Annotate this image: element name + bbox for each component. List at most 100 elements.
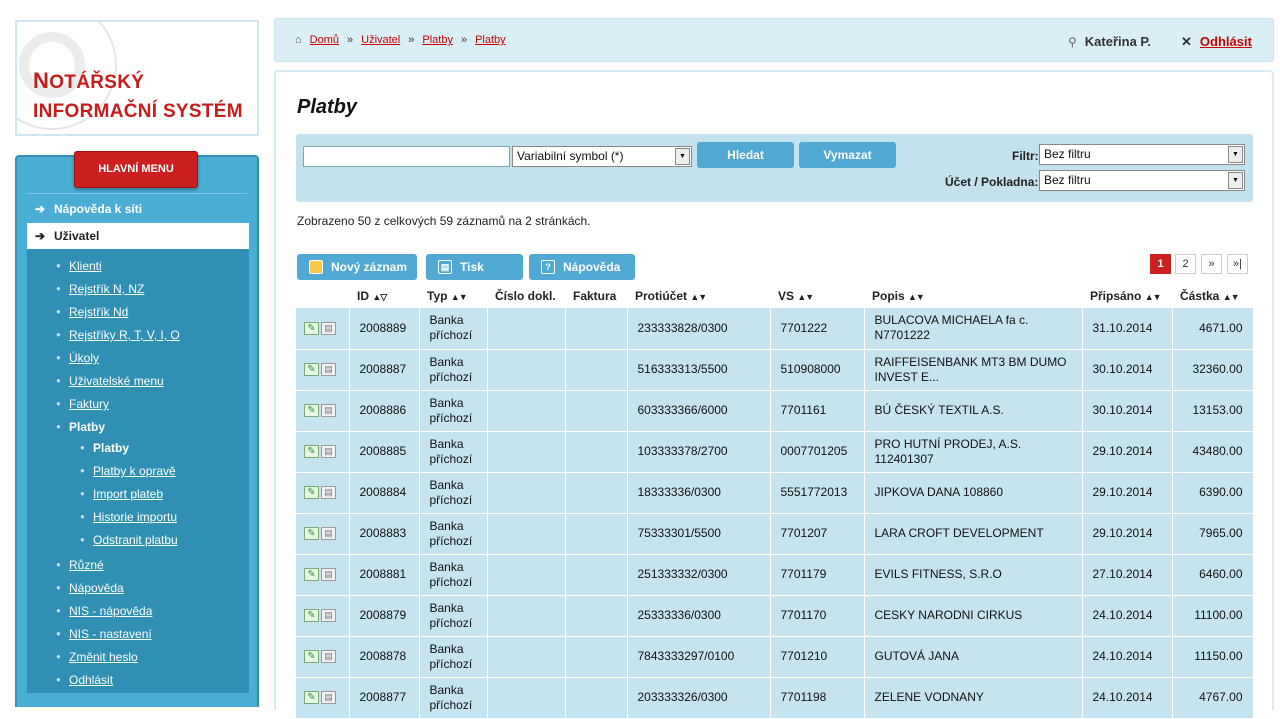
edit-icon[interactable]: ✎ [304, 650, 319, 664]
cell-id: 2008879 [349, 595, 420, 637]
col-actions [296, 284, 349, 308]
filter-select[interactable]: Bez filtru ▼ [1039, 144, 1245, 165]
cell-account: 233333828/0300 [627, 308, 771, 350]
print-icon[interactable]: ▤ [321, 527, 336, 541]
account-select[interactable]: Bez filtru ▼ [1039, 170, 1245, 191]
logout-link[interactable]: ✕ Odhlásit [1181, 34, 1252, 50]
table-row: ✎ ▤ 2008885 Banka příchozí 103333378/2700 000… [296, 431, 1254, 473]
cell-id: 2008886 [349, 390, 420, 432]
page-last[interactable]: »| [1227, 254, 1248, 274]
menu-item-nis-nastaveni[interactable]: ● NIS - nastavení [27, 625, 152, 643]
cell-amount: 43480.00 [1172, 431, 1254, 473]
col-protiucet[interactable]: Protiúčet ▲▼ [627, 284, 770, 308]
print-icon[interactable]: ▤ [321, 691, 336, 705]
cell-date: 24.10.2014 [1082, 636, 1173, 678]
print-icon[interactable]: ▤ [321, 404, 336, 418]
cell-amount: 6390.00 [1172, 472, 1254, 514]
submenu-item-import-plateb[interactable]: ● Import plateb [27, 485, 163, 503]
cell-invoice [565, 513, 628, 555]
menu-item-ukoly[interactable]: ● Úkoly [27, 349, 99, 367]
print-icon[interactable]: ▤ [321, 363, 336, 377]
cell-vs: 510908000 [770, 349, 865, 391]
edit-icon[interactable]: ✎ [304, 568, 319, 582]
menu-item-platby[interactable]: ● Platby [27, 418, 105, 436]
menu-item-nis-napoveda[interactable]: ● NIS - nápověda [27, 602, 152, 620]
cell-desc: JIPKOVA DANA 108860 [864, 472, 1083, 514]
print-icon[interactable]: ▤ [321, 609, 336, 623]
col-pripsano[interactable]: Připsáno ▲▼ [1082, 284, 1172, 308]
sort-icon: ▲▼ [690, 292, 707, 302]
table-row: ✎ ▤ 2008878 Banka příchozí 7843333297/0100 77… [296, 636, 1254, 678]
edit-icon[interactable]: ✎ [304, 404, 319, 418]
submenu-item-platby[interactable]: ● Platby [27, 439, 129, 457]
menu-item-odhlasit[interactable]: ● Odhlásit [27, 671, 113, 689]
sort-icon: ▲▽ [372, 292, 387, 302]
print-icon[interactable]: ▤ [321, 322, 336, 336]
cell-type: Banka příchozí [419, 431, 488, 473]
cell-type: Banka příchozí [419, 554, 488, 596]
edit-icon[interactable]: ✎ [304, 609, 319, 623]
menu-item-ruzne[interactable]: ● Různé [27, 556, 104, 574]
cell-invoice [565, 595, 628, 637]
menu-item-rejstrik-n-nz[interactable]: ● Rejstřík N, NZ [27, 280, 144, 298]
col-vs[interactable]: VS ▲▼ [770, 284, 864, 308]
clear-button[interactable]: Vymazat [799, 142, 896, 168]
page-2[interactable]: 2 [1175, 254, 1196, 274]
payments-table: ID ▲▽ Typ ▲▼ Číslo dokl. Faktura Protiúč… [296, 284, 1254, 719]
edit-icon[interactable]: ✎ [304, 363, 319, 377]
menu-item-rejstriky-rtvio[interactable]: ● Rejstříky R, T, V, I, O [27, 326, 180, 344]
search-button[interactable]: Hledat [697, 142, 794, 168]
breadcrumb-user[interactable]: Uživatel [361, 34, 400, 46]
breadcrumb-platby[interactable]: Platby [422, 34, 453, 46]
print-icon[interactable]: ▤ [321, 486, 336, 500]
print-button[interactable]: ▤ Tisk [426, 254, 523, 280]
print-icon[interactable]: ▤ [321, 568, 336, 582]
edit-icon[interactable]: ✎ [304, 527, 319, 541]
breadcrumb-platby-current[interactable]: Platby [475, 34, 506, 46]
print-icon[interactable]: ▤ [321, 445, 336, 459]
menu-item-network-help[interactable]: ➔ Nápověda k síti [27, 196, 249, 222]
main-menu: HLAVNÍ MENU ➔ Nápověda k síti ➔ Uživatel ●… [15, 151, 259, 707]
page-next[interactable]: » [1201, 254, 1222, 274]
submenu-item-platby-k-oprave[interactable]: ● Platby k opravě [27, 462, 176, 480]
cell-id: 2008877 [349, 677, 420, 719]
user-submenu: ● Klienti ● Rejstřík N, NZ ● Rejstřík Nd ● R… [27, 249, 249, 693]
menu-item-user-menu[interactable]: ● Uživatelské menu [27, 372, 164, 390]
edit-icon[interactable]: ✎ [304, 691, 319, 705]
cell-id: 2008889 [349, 308, 420, 350]
col-popis[interactable]: Popis ▲▼ [864, 284, 1082, 308]
col-typ[interactable]: Typ ▲▼ [419, 284, 487, 308]
cell-account: 18333336/0300 [627, 472, 771, 514]
cell-doc [487, 636, 566, 678]
cell-account: 103333378/2700 [627, 431, 771, 473]
menu-item-napoveda[interactable]: ● Nápověda [27, 579, 124, 597]
menu-item-rejstrik-nd[interactable]: ● Rejstřík Nd [27, 303, 128, 321]
edit-icon[interactable]: ✎ [304, 486, 319, 500]
col-castka[interactable]: Částka ▲▼ [1172, 284, 1253, 308]
cell-vs: 0007701205 [770, 431, 865, 473]
page-1[interactable]: 1 [1150, 254, 1171, 274]
col-id[interactable]: ID ▲▽ [349, 284, 419, 308]
submenu-item-odstranit-platbu[interactable]: ● Odstranit platbu [27, 531, 178, 549]
edit-icon[interactable]: ✎ [304, 445, 319, 459]
menu-item-klienti[interactable]: ● Klienti [27, 257, 102, 275]
search-field-select[interactable]: Variabilní symbol (*) ▼ [512, 146, 692, 167]
menu-item-faktury[interactable]: ● Faktury [27, 395, 109, 413]
col-faktura: Faktura [573, 289, 617, 303]
cell-amount: 11150.00 [1172, 636, 1254, 678]
menu-item-user[interactable]: ➔ Uživatel [27, 223, 249, 249]
cell-type: Banka příchozí [419, 472, 488, 514]
cell-type: Banka příchozí [419, 390, 488, 432]
print-icon[interactable]: ▤ [321, 650, 336, 664]
cell-date: 24.10.2014 [1082, 677, 1173, 719]
search-input[interactable] [303, 146, 510, 167]
cell-desc: RAIFFEISENBANK MT3 BM DUMO INVEST E... [864, 349, 1083, 391]
new-record-button[interactable]: Nový záznam [297, 254, 417, 280]
cell-account: 25333336/0300 [627, 595, 771, 637]
help-button[interactable]: ? Nápověda [529, 254, 635, 280]
breadcrumb-home[interactable]: Domů [310, 34, 339, 46]
submenu-item-historie-importu[interactable]: ● Historie importu [27, 508, 177, 526]
edit-icon[interactable]: ✎ [304, 322, 319, 336]
cell-type: Banka příchozí [419, 513, 488, 555]
menu-item-zmenit-heslo[interactable]: ● Změnit heslo [27, 648, 138, 666]
